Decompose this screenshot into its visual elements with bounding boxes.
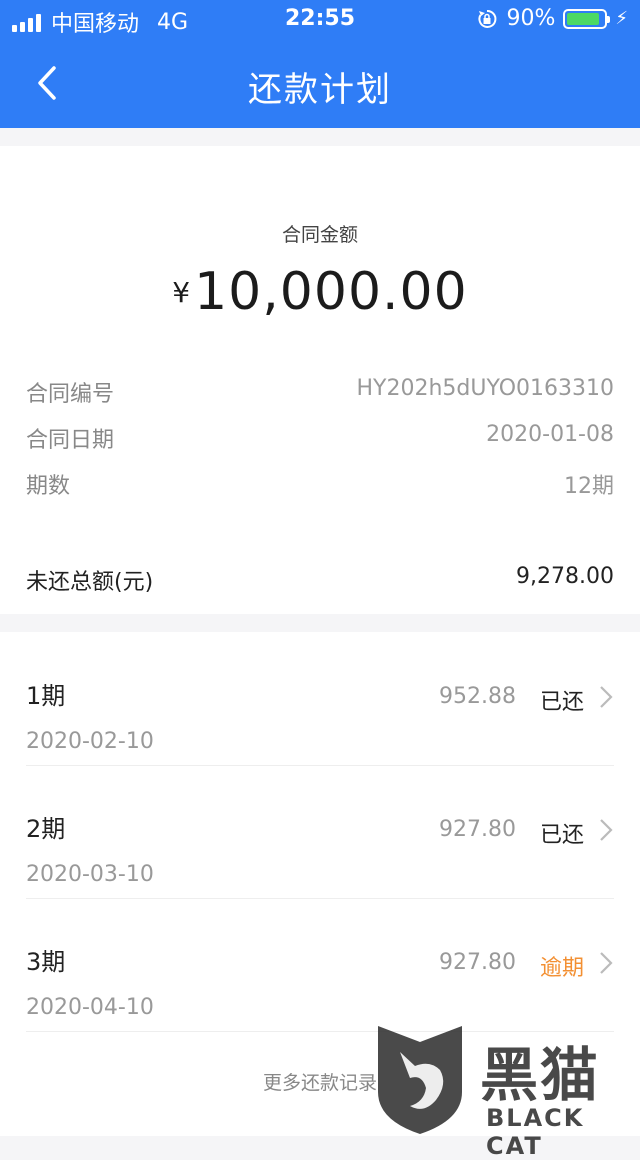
installment-item[interactable]: 1期 2020-02-10 952.88 已还	[0, 632, 640, 765]
contract-date-label: 合同日期	[26, 428, 115, 453]
installment-item[interactable]: 3期 2020-04-10 927.80 逾期	[0, 898, 640, 1031]
watermark-en: BLACK CAT	[486, 1104, 585, 1160]
contract-date-value: 2020-01-08	[486, 422, 614, 447]
black-cat-watermark: 黑猫 BLACK CAT	[370, 1022, 640, 1160]
battery-percent: 90%	[506, 6, 556, 31]
chevron-right-icon	[600, 819, 613, 841]
chevron-right-icon	[600, 952, 613, 974]
contract-summary-card: 合同金额 ¥10,000.00 合同编号 HY202h5dUYO0163310 …	[0, 146, 640, 614]
installment-item[interactable]: 2期 2020-03-10 927.80 已还	[0, 765, 640, 898]
installment-date: 2020-02-10	[26, 729, 154, 754]
rotation-lock-icon	[478, 9, 497, 28]
period-count-row: 期数 12期	[26, 462, 614, 502]
installment-period: 1期	[26, 682, 66, 710]
contract-date-row: 合同日期 2020-01-08	[26, 416, 614, 456]
charging-bolt-icon: ⚡	[615, 8, 628, 29]
contract-amount-value: 10,000.00	[194, 262, 468, 322]
installment-amount: 927.80	[439, 950, 516, 975]
outstanding-total-row: 未还总额(元) 9,278.00	[26, 558, 614, 598]
installment-status: 已还	[539, 823, 584, 848]
currency-symbol: ¥	[172, 275, 191, 309]
outstanding-total-value: 9,278.00	[516, 564, 614, 589]
period-count-label: 期数	[26, 474, 71, 499]
contract-number-row: 合同编号 HY202h5dUYO0163310	[26, 370, 614, 410]
installment-status-overdue: 逾期	[539, 956, 584, 981]
black-cat-logo-icon	[378, 1026, 462, 1134]
outstanding-total-label: 未还总额(元)	[26, 570, 154, 595]
period-count-value: 12期	[564, 474, 614, 499]
installment-amount: 927.80	[439, 817, 516, 842]
battery-icon	[563, 8, 611, 29]
contract-number-value: HY202h5dUYO0163310	[356, 376, 614, 401]
installment-period: 3期	[26, 948, 66, 976]
installment-amount: 952.88	[439, 684, 516, 709]
installment-status: 已还	[539, 690, 584, 715]
app-header: 中国移动 4G 22:55 90% ⚡ 还款计划	[0, 0, 640, 128]
installment-date: 2020-03-10	[26, 862, 154, 887]
contract-amount-label: 合同金额	[281, 224, 358, 246]
contract-amount: ¥10,000.00	[0, 262, 640, 322]
chevron-right-icon	[600, 686, 613, 708]
installment-period: 2期	[26, 815, 66, 843]
page-title: 还款计划	[248, 70, 392, 110]
watermark-cn: 黑猫	[480, 1041, 601, 1109]
installment-date: 2020-04-10	[26, 995, 154, 1020]
status-bar: 中国移动 4G 22:55 90% ⚡	[0, 0, 640, 40]
contract-number-label: 合同编号	[26, 382, 115, 407]
